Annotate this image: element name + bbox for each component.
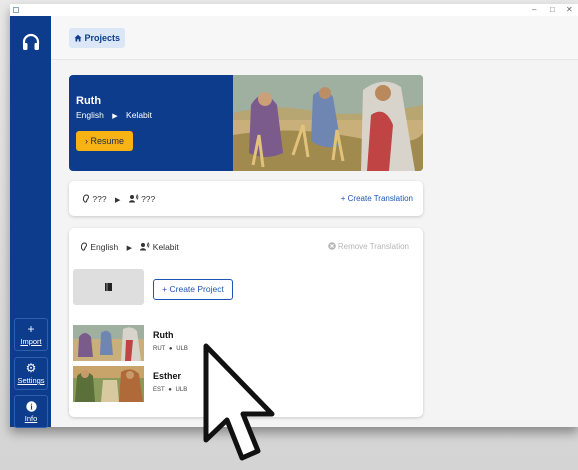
maximize-button[interactable]: □ [550,4,555,16]
esther-thumbnail [73,366,144,402]
settings-label: Settings [17,376,45,385]
empty-translation-languages: ??? ▶ ??? [82,194,155,204]
ear-icon [82,194,89,203]
info-label: Info [24,414,38,423]
project-code: EST [153,387,165,393]
translation-languages: English ▶ Kelabit [80,242,179,252]
current-project-card: Ruth English ▶ Kelabit › Resume [69,75,423,171]
resume-label: Resume [90,136,125,146]
project-version: ULB [175,387,188,393]
sidebar: + Import ⚙ Settings i Info [10,16,51,428]
source-language: ??? [92,194,107,204]
book-icon [105,283,112,291]
projects-label: Projects [84,33,121,43]
project-name: Esther [153,371,182,381]
main-content: Projects Ruth English ▶ Kelabit › Resume [51,16,578,427]
create-project-button[interactable]: + Create Project [153,279,233,300]
target-language: Kelabit [152,242,179,252]
current-project-languages: English ▶ Kelabit [76,110,250,120]
ear-icon [80,242,87,251]
settings-button[interactable]: ⚙ Settings [14,357,48,390]
target-language: Kelabit [126,110,153,120]
plus-icon: + [340,194,346,203]
screen: – □ ✕ + Import ⚙ Settings i Info Project… [0,0,578,470]
current-project-title: Ruth [76,95,102,107]
create-translation-button[interactable]: + Create Translation [341,194,413,203]
plus-icon: + [27,322,35,336]
project-meta: RUT ● ULB [153,346,188,352]
source-language: English [76,110,104,120]
project-meta: EST ● ULB [153,387,188,393]
import-button[interactable]: + Import [14,318,48,351]
info-button[interactable]: i Info [14,395,48,428]
resume-button[interactable]: › Resume [76,131,133,151]
import-label: Import [20,337,42,346]
mouse-pointer-icon [203,343,275,461]
project-code: RUT [153,346,166,352]
close-button[interactable]: ✕ [566,4,573,16]
target-language: ??? [141,194,156,204]
top-bar: Projects [51,16,578,60]
create-project-label: Create Project [169,284,224,294]
project-version: ULB [176,346,188,352]
remove-translation-button[interactable]: Remove Translation [327,242,409,251]
resume-arrow-icon: › [84,136,88,146]
ruth-illustration [233,75,423,171]
speaker-icon [128,194,139,203]
speaker-icon [140,242,150,251]
remove-translation-label: Remove Translation [337,242,409,251]
projects-button[interactable]: Projects [69,28,125,48]
gear-icon: ⚙ [25,361,37,375]
new-project-placeholder [73,269,144,305]
create-translation-label: Create Translation [347,194,413,203]
remove-icon [327,242,336,250]
minimize-button[interactable]: – [532,4,536,16]
source-language: English [90,242,119,252]
ruth-thumbnail [73,325,144,361]
project-name: Ruth [153,330,174,340]
empty-translation-card: ??? ▶ ??? + Create Translation [69,181,423,216]
plus-icon: + [162,284,168,294]
app-window: – □ ✕ + Import ⚙ Settings i Info Project… [10,4,578,428]
info-icon: i [15,399,47,413]
title-bar: – □ ✕ [10,4,578,16]
headphones-icon[interactable] [21,32,41,52]
app-icon [13,7,19,13]
home-icon [74,34,82,42]
